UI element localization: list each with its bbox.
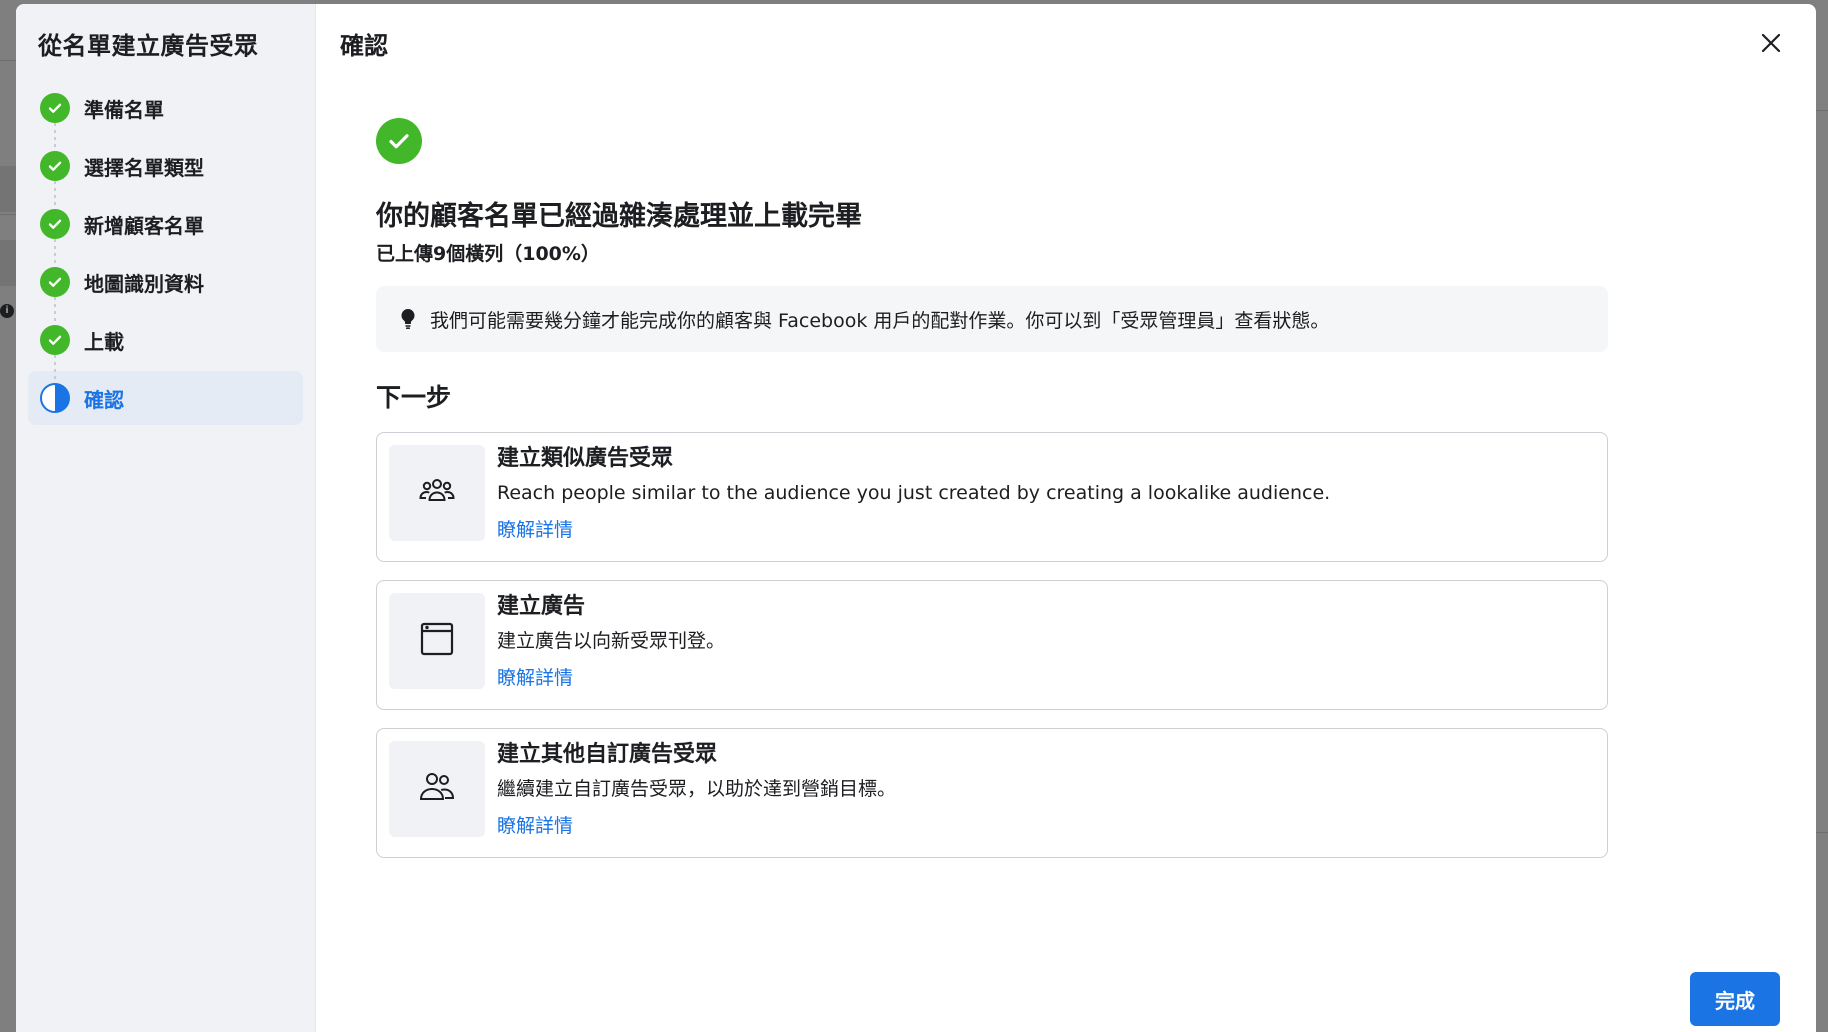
wizard-steps: 準備名單 選擇名單類型 新增顧客名單 地圖識別資料 上載 確認 — [28, 81, 303, 425]
card-title: 建立廣告 — [497, 594, 586, 619]
backdrop-divider — [1816, 110, 1828, 111]
step-label: 選擇名單類型 — [84, 155, 204, 180]
card-title: 建立類似廣告受眾 — [497, 446, 674, 471]
wizard-sidebar: 從名單建立廣告受眾 準備名單 選擇名單類型 新增顧客名單 地圖識別資料 上載 確… — [16, 4, 316, 1032]
card-title: 建立其他自訂廣告受眾 — [497, 742, 718, 767]
upload-row-count: 已上傳9個橫列（100%） — [376, 243, 600, 265]
next-step-card-custom-audience[interactable]: 建立其他自訂廣告受眾 繼續建立自訂廣告受眾，以助於達到營銷目標。 瞭解詳情 — [376, 728, 1608, 858]
card-description: 建立廣告以向新受眾刊登。 — [497, 630, 726, 652]
card-body: 建立類似廣告受眾 Reach people similar to the aud… — [497, 445, 1330, 542]
done-button[interactable]: 完成 — [1690, 972, 1780, 1026]
step-label: 準備名單 — [84, 97, 164, 122]
learn-more-link[interactable]: 瞭解詳情 — [497, 811, 573, 838]
card-body: 建立廣告 建立廣告以向新受眾刊登。 瞭解詳情 — [497, 593, 725, 690]
backdrop-divider — [0, 60, 16, 61]
step-connector — [54, 237, 56, 263]
backdrop-right-strip — [1816, 0, 1828, 1032]
step-label: 上載 — [84, 329, 124, 354]
create-audience-modal: 從名單建立廣告受眾 準備名單 選擇名單類型 新增顧客名單 地圖識別資料 上載 確… — [16, 4, 1816, 1032]
backdrop-row — [0, 240, 16, 286]
page-title: 確認 — [340, 32, 388, 60]
success-check-icon — [376, 118, 422, 164]
step-label: 確認 — [84, 387, 124, 412]
close-button[interactable] — [1756, 30, 1786, 60]
card-body: 建立其他自訂廣告受眾 繼續建立自訂廣告受眾，以助於達到營銷目標。 瞭解詳情 — [497, 741, 896, 838]
ad-window-icon — [419, 621, 455, 661]
step-upload[interactable]: 上載 — [28, 313, 303, 367]
step-connector — [54, 121, 56, 147]
learn-more-link[interactable]: 瞭解詳情 — [497, 663, 573, 690]
wizard-main: 確認 你的顧客名單已經過雜湊處理並上載完畢 已上傳9個橫列（100%） 我們可能… — [316, 4, 1816, 1032]
people-icon — [418, 771, 456, 807]
learn-more-link[interactable]: 瞭解詳情 — [497, 515, 573, 542]
card-thumbnail — [389, 593, 485, 689]
next-step-card-create-ad[interactable]: 建立廣告 建立廣告以向新受眾刊登。 瞭解詳情 — [376, 580, 1608, 710]
group-icon — [417, 476, 457, 510]
lightbulb-icon — [398, 307, 418, 331]
next-steps-heading: 下一步 — [376, 383, 452, 412]
backdrop-divider — [0, 214, 16, 215]
sidebar-title: 從名單建立廣告受眾 — [38, 32, 259, 60]
card-description: Reach people similar to the audience you… — [497, 482, 1331, 504]
card-thumbnail — [389, 741, 485, 837]
check-circle-icon — [40, 151, 70, 181]
check-circle-icon — [40, 325, 70, 355]
check-circle-icon — [40, 267, 70, 297]
step-connector — [54, 295, 56, 321]
step-prepare-list[interactable]: 準備名單 — [28, 81, 303, 135]
card-thumbnail — [389, 445, 485, 541]
step-confirm[interactable]: 確認 — [28, 371, 303, 425]
upload-success-headline: 你的顧客名單已經過雜湊處理並上載完畢 — [376, 201, 862, 232]
close-icon — [1760, 32, 1782, 58]
card-description: 繼續建立自訂廣告受眾，以助於達到營銷目標。 — [497, 778, 897, 800]
info-tip-box: 我們可能需要幾分鐘才能完成你的顧客與 Facebook 用戶的配對作業。你可以到… — [376, 286, 1608, 352]
step-connector — [54, 353, 56, 379]
backdrop-divider — [1816, 832, 1828, 833]
confirmation-content: 你的顧客名單已經過雜湊處理並上載完畢 已上傳9個橫列（100%） 我們可能需要幾… — [376, 118, 1608, 858]
half-circle-progress-icon — [40, 383, 70, 413]
check-circle-icon — [40, 209, 70, 239]
step-label: 地圖識別資料 — [84, 271, 204, 296]
step-map-identifiers[interactable]: 地圖識別資料 — [28, 255, 303, 309]
step-add-customer-list[interactable]: 新增顧客名單 — [28, 197, 303, 251]
check-circle-icon — [40, 93, 70, 123]
info-icon: i — [0, 304, 14, 318]
info-tip-text: 我們可能需要幾分鐘才能完成你的顧客與 Facebook 用戶的配對作業。你可以到… — [430, 309, 1330, 332]
step-connector — [54, 179, 56, 205]
next-step-card-lookalike[interactable]: 建立類似廣告受眾 Reach people similar to the aud… — [376, 432, 1608, 562]
step-select-list-type[interactable]: 選擇名單類型 — [28, 139, 303, 193]
step-label: 新增顧客名單 — [84, 213, 204, 238]
backdrop-row — [0, 166, 16, 212]
